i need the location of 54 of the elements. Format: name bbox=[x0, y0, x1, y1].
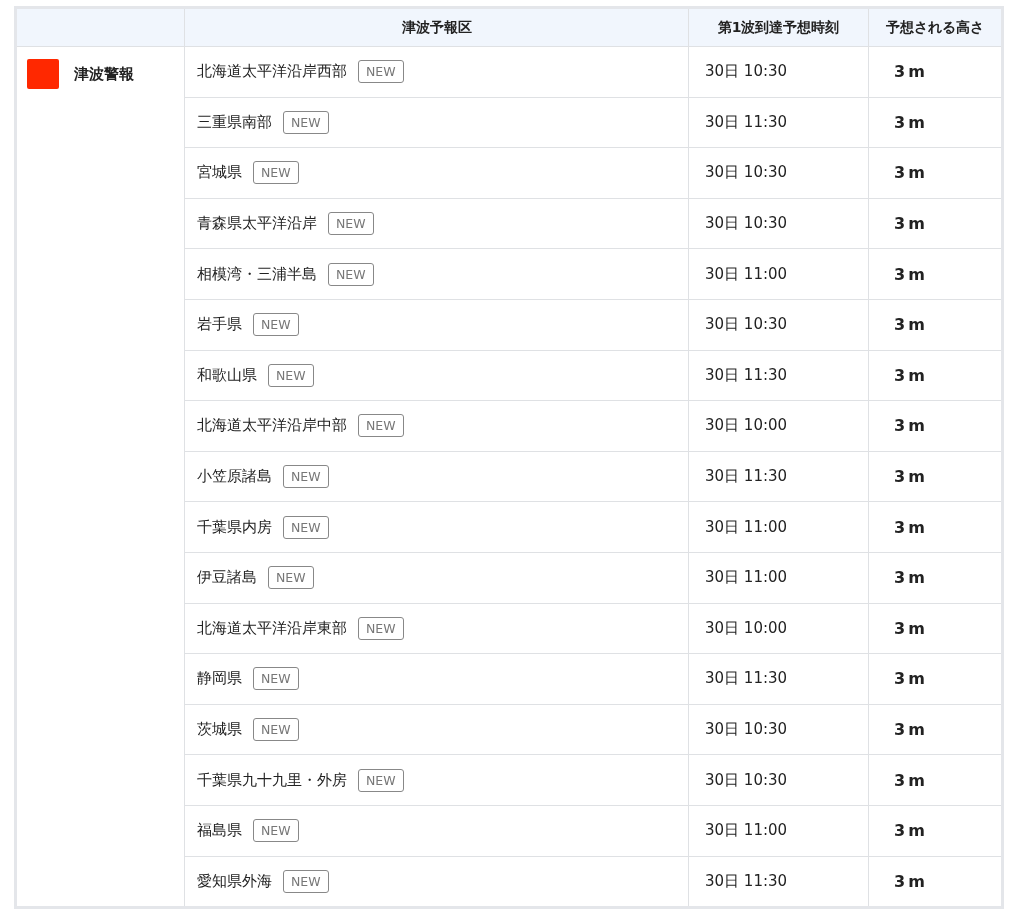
new-badge: NEW bbox=[358, 616, 404, 640]
new-badge: NEW bbox=[358, 414, 404, 438]
forecast-area: 茨城県 bbox=[197, 720, 242, 739]
arrival-time-cell: 30日 10:00 bbox=[688, 603, 869, 654]
forecast-area: 相模湾・三浦半島 bbox=[197, 264, 317, 284]
arrival-time-cell: 30日 11:00 bbox=[688, 805, 869, 856]
new-badge: NEW bbox=[328, 262, 374, 286]
new-badge: NEW bbox=[253, 313, 299, 337]
forecast-area: 北海道太平洋沿岸西部 bbox=[197, 62, 347, 82]
new-badge: NEW bbox=[283, 515, 329, 539]
forecast-area: 三重県南部 bbox=[197, 112, 272, 132]
new-badge: NEW bbox=[253, 161, 299, 185]
arrival-time-cell: 30日 11:30 bbox=[688, 350, 869, 401]
arrival-time-cell: 30日 10:30 bbox=[688, 198, 869, 249]
forecast-area: 青森県太平洋沿岸 bbox=[197, 214, 317, 234]
forecast-area: 千葉県九十九里・外房 bbox=[197, 770, 347, 790]
forecast-area: 福島県 bbox=[197, 821, 242, 841]
new-badge: NEW bbox=[283, 869, 329, 893]
forecast-area: 北海道太平洋沿岸中部 bbox=[197, 416, 347, 436]
arrival-time-cell: 30日 10:30 bbox=[688, 299, 869, 351]
new-badge: NEW bbox=[268, 566, 314, 590]
warning-level-label: 津波警報 bbox=[74, 64, 134, 84]
arrival-time-cell: 30日 10:00 bbox=[688, 400, 869, 452]
arrival-time-cell: 30日 10:30 bbox=[688, 754, 869, 806]
forecast-area: 静岡県 bbox=[197, 669, 242, 689]
forecast-area: 千葉県内房 bbox=[197, 517, 272, 537]
new-badge: NEW bbox=[283, 465, 329, 489]
arrival-time-cell: 30日 11:00 bbox=[688, 248, 869, 300]
new-badge: NEW bbox=[253, 718, 299, 741]
new-badge: NEW bbox=[328, 212, 374, 236]
forecast-area: 小笠原諸島 bbox=[197, 467, 272, 487]
new-badge: NEW bbox=[253, 819, 299, 843]
arrival-time-cell: 30日 10:30 bbox=[688, 46, 869, 98]
new-badge: NEW bbox=[358, 60, 404, 84]
forecast-area: 伊豆諸島 bbox=[197, 568, 257, 588]
forecast-area: 北海道太平洋沿岸東部 bbox=[197, 618, 347, 638]
forecast-area: 岩手県 bbox=[197, 315, 242, 335]
forecast-area: 宮城県 bbox=[197, 163, 242, 183]
new-badge: NEW bbox=[358, 768, 404, 792]
arrival-time-cell: 30日 10:30 bbox=[688, 704, 869, 755]
new-badge: NEW bbox=[253, 667, 299, 691]
forecast-area: 愛知県外海 bbox=[197, 871, 272, 891]
column-header: 予想される高さ bbox=[868, 7, 1003, 47]
column-header: 津波予報区 bbox=[184, 7, 689, 47]
arrival-time-cell: 30日 11:30 bbox=[688, 97, 869, 148]
new-badge: NEW bbox=[268, 363, 314, 387]
arrival-time-cell: 30日 11:30 bbox=[688, 653, 869, 705]
forecast-area: 和歌山県 bbox=[197, 365, 257, 385]
arrival-time-cell: 30日 11:30 bbox=[688, 451, 869, 502]
column-header: 第1波到達予想時刻 bbox=[688, 7, 869, 47]
arrival-time-cell: 30日 11:00 bbox=[688, 552, 869, 604]
arrival-time-cell: 30日 11:00 bbox=[688, 501, 869, 553]
arrival-time-cell: 30日 10:30 bbox=[688, 147, 869, 199]
new-badge: NEW bbox=[283, 110, 329, 134]
